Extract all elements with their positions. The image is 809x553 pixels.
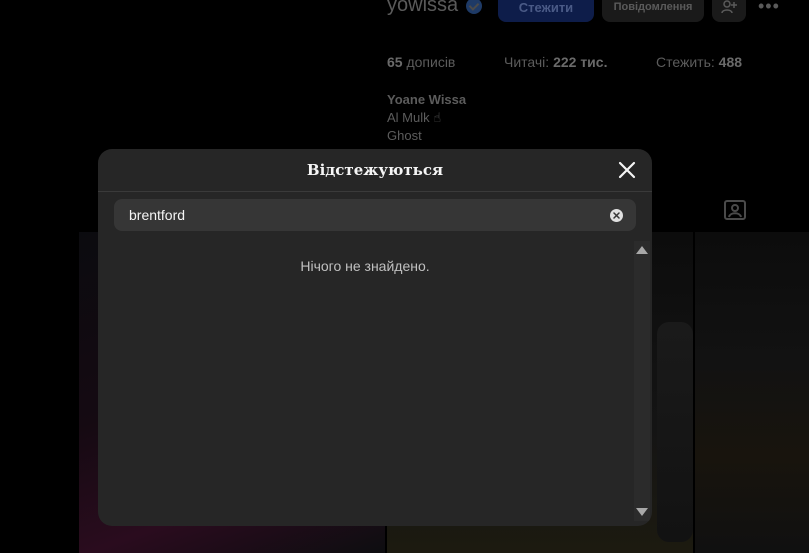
following-stat[interactable]: Стежить: 488: [656, 54, 742, 70]
followers-label: Читачі:: [504, 54, 550, 70]
modal-title: Відстежуються: [306, 161, 444, 179]
add-user-icon: [721, 0, 737, 14]
scroll-track[interactable]: [634, 241, 650, 521]
following-modal: Відстежуються Нічого не знайдено.: [98, 149, 652, 526]
more-options-icon[interactable]: •••: [758, 0, 780, 17]
x-glyph-icon: [613, 211, 620, 219]
scroll-up-arrow-icon[interactable]: [636, 246, 648, 254]
scrollbar[interactable]: [634, 241, 650, 521]
modal-header: Відстежуються: [98, 149, 652, 192]
post-thumbnail[interactable]: [695, 232, 809, 553]
scroll-down-arrow-icon[interactable]: [636, 508, 648, 516]
profile-full-name: Yoane Wissa: [387, 92, 467, 107]
posts-stat: 65 дописів: [387, 54, 455, 70]
add-user-button[interactable]: [712, 0, 746, 22]
player-image: [657, 322, 693, 542]
tagged-posts-icon[interactable]: [723, 198, 747, 222]
clear-search-icon[interactable]: [610, 208, 623, 222]
empty-results-message: Нічого не знайдено.: [300, 258, 430, 274]
verified-badge-icon: [466, 0, 483, 14]
follow-button[interactable]: Стежити: [498, 0, 594, 22]
search-input[interactable]: [114, 199, 610, 231]
close-icon[interactable]: [616, 159, 638, 181]
profile-username: yowissa: [387, 0, 459, 16]
results-list: Нічого не знайдено.: [98, 244, 632, 526]
profile-username-row: yowissa: [387, 0, 483, 17]
bio-line: Ghost: [387, 128, 422, 143]
followers-count: 222 тис.: [553, 54, 608, 70]
search-box: [114, 199, 636, 231]
bio-line: Al Mulk ☝: [387, 110, 442, 125]
posts-label: дописів: [406, 54, 456, 70]
following-label: Стежить:: [656, 54, 715, 70]
posts-count: 65: [387, 54, 403, 70]
message-button[interactable]: Повідомлення: [602, 0, 704, 22]
following-count: 488: [718, 54, 743, 70]
followers-stat[interactable]: Читачі: 222 тис.: [504, 54, 607, 70]
